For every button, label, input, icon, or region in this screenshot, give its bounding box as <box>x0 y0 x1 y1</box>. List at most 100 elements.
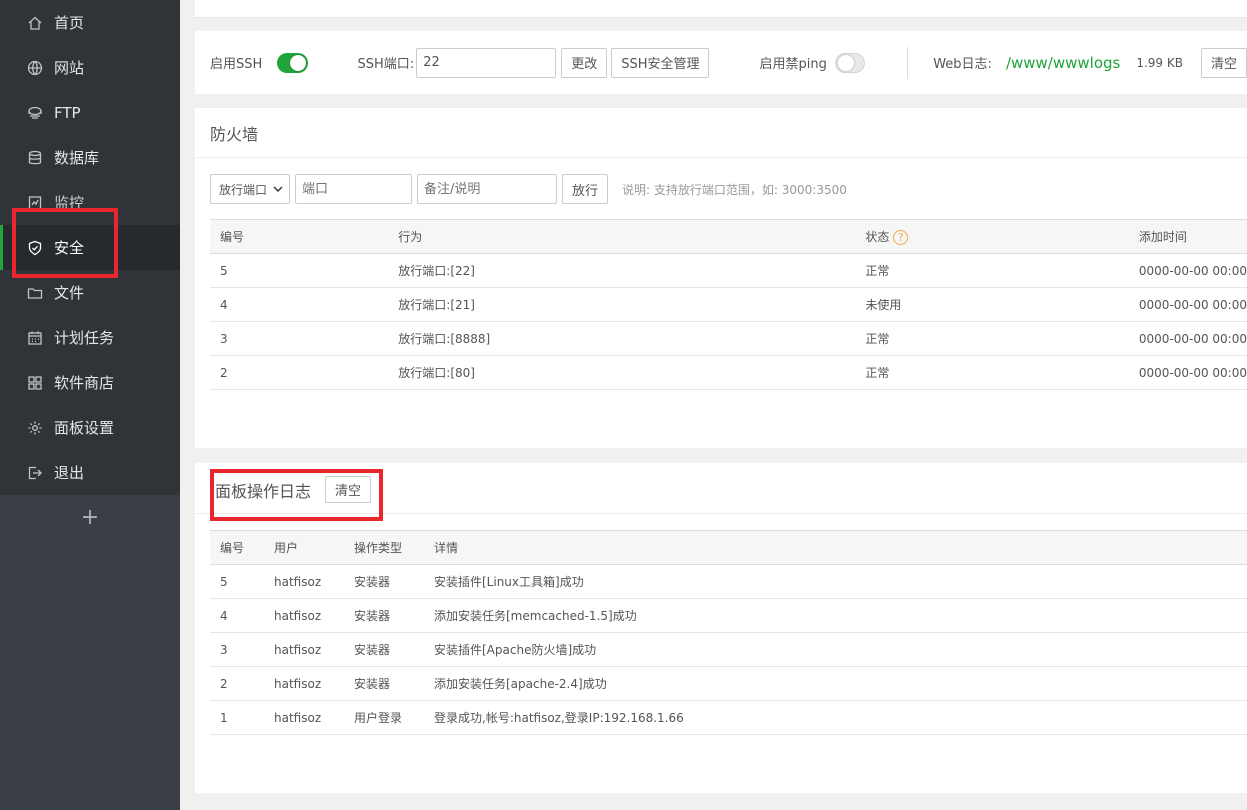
firewall-toolbar: 放行端口 放行 说明: 支持放行端口范围，如: 3000:3500 <box>210 174 847 204</box>
cell-status: 正常 <box>855 253 1129 288</box>
cell-id: 4 <box>210 598 264 633</box>
chevron-down-icon <box>273 182 283 196</box>
sidebar-item-files[interactable]: 文件 <box>0 270 180 315</box>
cell-type: 用户登录 <box>344 700 424 735</box>
sidebar-item-ftp[interactable]: FTP <box>0 90 180 135</box>
sidebar-item-settings[interactable]: 面板设置 <box>0 405 180 450</box>
col-id: 编号 <box>210 219 389 254</box>
col-id: 编号 <box>210 530 264 565</box>
sidebar: 首页 网站 FTP 数据库 监控 安全 文件 计划任务 软件商店 面板设置 退出… <box>0 0 180 810</box>
ssh-manage-button[interactable]: SSH安全管理 <box>611 47 710 78</box>
ssh-toggle[interactable] <box>277 52 308 73</box>
sidebar-item-cron[interactable]: 计划任务 <box>0 315 180 360</box>
table-row: 2 放行端口:[80] 正常 0000-00-00 00:00 <box>210 355 1247 390</box>
cell-time: 0000-00-00 00:00 <box>1128 287 1247 322</box>
col-action: 行为 <box>388 219 856 254</box>
col-status-label: 状态 <box>865 230 890 244</box>
sidebar-item-label: 计划任务 <box>54 329 115 347</box>
divider <box>195 513 1247 514</box>
top-panel-edge <box>195 0 1247 18</box>
cell-action: 放行端口:[21] <box>388 287 856 322</box>
folder-icon <box>27 285 43 301</box>
monitor-icon <box>27 195 43 211</box>
ssh-panel: 启用SSH SSH端口: 更改 SSH安全管理 启用禁ping Web日志: /… <box>195 31 1247 94</box>
grid-icon <box>27 375 43 391</box>
firewall-hint: 说明: 支持放行端口范围，如: 3000:3500 <box>622 182 847 197</box>
sidebar-item-website[interactable]: 网站 <box>0 45 180 90</box>
shield-icon <box>27 240 43 256</box>
cell-user: hatfisoz <box>264 700 344 735</box>
cell-action: 放行端口:[8888] <box>388 321 856 356</box>
globe-icon <box>27 60 43 76</box>
cell-status: 正常 <box>855 355 1129 390</box>
toggle-knob <box>837 54 854 71</box>
table-row: 4 hatfisoz 安装器 添加安装任务[memcached-1.5]成功 <box>210 598 1247 633</box>
cell-status: 正常 <box>855 321 1129 356</box>
rule-type-select[interactable]: 放行端口 <box>210 174 290 204</box>
port-input[interactable] <box>295 174 412 204</box>
sidebar-item-security[interactable]: 安全 <box>0 225 180 270</box>
plus-icon: + <box>80 505 100 530</box>
cell-id: 1 <box>210 700 264 735</box>
cell-status: 未使用 <box>855 287 1129 322</box>
col-user: 用户 <box>264 530 344 565</box>
sidebar-item-logout[interactable]: 退出 <box>0 450 180 495</box>
sidebar-item-label: 网站 <box>54 59 85 77</box>
cell-detail: 添加安装任务[memcached-1.5]成功 <box>424 598 1247 633</box>
cell-action: 放行端口:[22] <box>388 253 856 288</box>
sidebar-item-label: 软件商店 <box>54 374 115 392</box>
help-icon[interactable]: ? <box>893 230 909 245</box>
sidebar-item-label: 退出 <box>54 464 85 482</box>
cell-detail: 安装插件[Linux工具箱]成功 <box>424 564 1247 599</box>
cell-user: hatfisoz <box>264 564 344 599</box>
log-header: 面板操作日志 清空 <box>215 476 372 503</box>
cell-detail: 登录成功,帐号:hatfisoz,登录IP:192.168.1.66 <box>424 700 1247 735</box>
change-port-button[interactable]: 更改 <box>561 47 608 78</box>
log-table: 编号 用户 操作类型 详情 5 hatfisoz 安装器 安装插件[Linux工… <box>210 530 1247 735</box>
cell-detail: 添加安装任务[apache-2.4]成功 <box>424 666 1247 701</box>
cell-id: 4 <box>210 287 389 322</box>
sidebar-item-label: FTP <box>54 103 81 122</box>
noping-label: 启用禁ping <box>759 57 827 72</box>
table-row: 4 放行端口:[21] 未使用 0000-00-00 00:00 <box>210 287 1247 322</box>
add-menu-button[interactable]: + <box>0 495 180 540</box>
cell-user: hatfisoz <box>264 598 344 633</box>
cell-type: 安装器 <box>344 666 424 701</box>
sidebar-menu: 首页 网站 FTP 数据库 监控 安全 文件 计划任务 软件商店 面板设置 退出 <box>0 0 180 495</box>
clear-weblog-button[interactable]: 清空 <box>1200 47 1247 78</box>
sidebar-item-monitor[interactable]: 监控 <box>0 180 180 225</box>
col-detail: 详情 <box>424 530 1247 565</box>
cell-time: 0000-00-00 00:00 <box>1128 253 1247 288</box>
sidebar-item-database[interactable]: 数据库 <box>0 135 180 180</box>
ssh-port-input[interactable] <box>416 47 557 78</box>
note-input[interactable] <box>417 174 557 204</box>
cell-action: 放行端口:[80] <box>388 355 856 390</box>
firewall-panel: 防火墙 放行端口 放行 说明: 支持放行端口范围，如: 3000:3500 编号… <box>195 108 1247 448</box>
table-header: 编号 用户 操作类型 详情 <box>210 530 1247 565</box>
ftp-icon <box>27 105 43 121</box>
logout-icon <box>27 465 43 481</box>
toggle-knob <box>289 54 306 71</box>
calendar-icon <box>27 330 43 346</box>
sidebar-item-home[interactable]: 首页 <box>0 0 180 45</box>
cell-type: 安装器 <box>344 598 424 633</box>
sidebar-item-store[interactable]: 软件商店 <box>0 360 180 405</box>
divider <box>907 46 909 79</box>
firewall-title: 防火墙 <box>195 108 1247 158</box>
cell-id: 5 <box>210 253 389 288</box>
weblog-size: 1.99 KB <box>1136 55 1183 70</box>
cell-time: 0000-00-00 00:00 <box>1128 321 1247 356</box>
cell-id: 2 <box>210 666 264 701</box>
cell-type: 安装器 <box>344 564 424 599</box>
weblog-label: Web日志: <box>933 57 992 72</box>
col-status: 状态? <box>855 219 1129 254</box>
ssh-port-label: SSH端口: <box>357 57 415 72</box>
cell-type: 安装器 <box>344 632 424 667</box>
noping-toggle[interactable] <box>834 52 866 73</box>
cell-user: hatfisoz <box>264 632 344 667</box>
weblog-path-link[interactable]: /www/wwwlogs <box>1006 54 1120 72</box>
table-row: 3 放行端口:[8888] 正常 0000-00-00 00:00 <box>210 321 1247 356</box>
sidebar-item-label: 面板设置 <box>54 419 115 437</box>
clear-log-button[interactable]: 清空 <box>325 476 372 503</box>
allow-button[interactable]: 放行 <box>562 174 609 204</box>
